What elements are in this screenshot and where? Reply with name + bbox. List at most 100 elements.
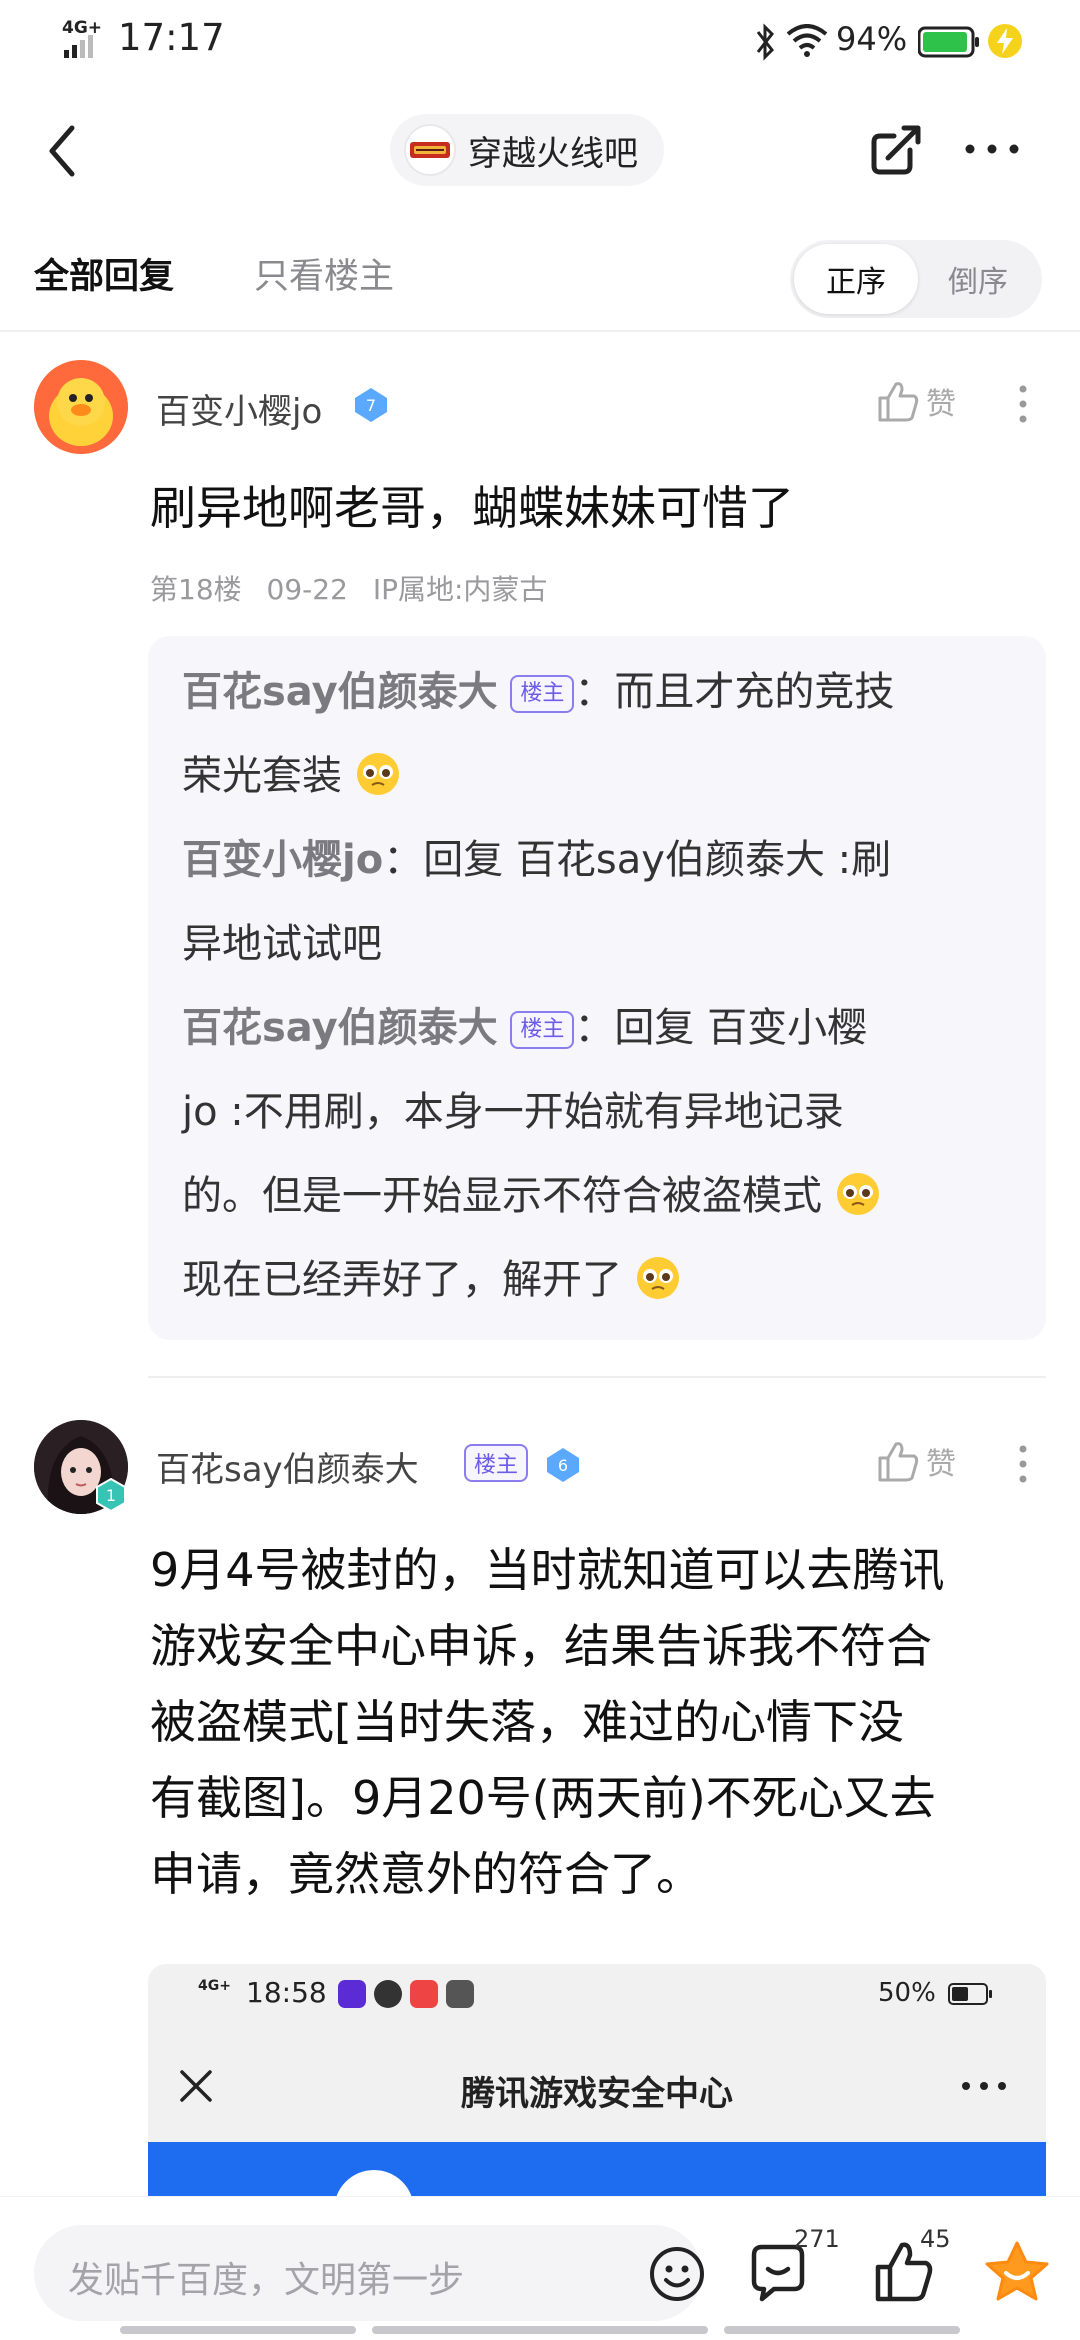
reply-text: 现在已经弄好了，解开了 <box>182 1257 622 1303</box>
level-number: 7 <box>366 396 376 415</box>
more-icon[interactable] <box>1018 1444 1028 1484</box>
sort-ascending-button[interactable]: 正序 <box>794 244 918 314</box>
sort-toggle: 正序 倒序 <box>790 240 1042 318</box>
sort-descending-button[interactable]: 倒序 <box>918 244 1038 314</box>
user-level-number: 1 <box>106 1486 116 1505</box>
back-button[interactable] <box>40 122 88 180</box>
louzhu-badge: 楼主 <box>510 1011 575 1049</box>
embedded-battery-percent: 50% <box>878 1978 936 2008</box>
content-line: 有截图]。9月20号(两天前)不死心又去 <box>150 1771 936 1825</box>
reply-text: 回复 百花say伯颜泰大 :刷 <box>423 837 892 883</box>
embedded-status-bar: 4G+ 18:58 50% <box>148 1964 1046 2036</box>
embedded-header: 腾讯游戏安全中心 <box>148 2036 1046 2136</box>
sub-reply: 百变小樱jo：回复 百花say伯颜泰大 :刷 <box>182 818 1022 902</box>
bottom-bar: 发贴千百度，文明第一步 271 45 <box>0 2196 1080 2340</box>
gesture-bar <box>372 2326 708 2334</box>
battery-percent: 94% <box>836 20 908 58</box>
battery-icon <box>918 26 979 58</box>
sub-reply-continued: 异地试试吧 <box>182 902 1022 986</box>
duck-avatar-icon <box>34 360 128 454</box>
embedded-network: 4G+ <box>198 1978 231 1994</box>
gesture-bar <box>120 2326 356 2334</box>
sub-reply: 百花say伯颜泰大 楼主 ：回复 百变小樱 <box>182 986 1022 1070</box>
sub-reply-continued: 荣光套装 <box>182 734 1022 818</box>
app-icon <box>446 1980 474 2008</box>
app-icon <box>410 1980 438 2008</box>
signal-icon <box>64 35 93 58</box>
username[interactable]: 百花say伯颜泰大 <box>156 1442 419 1491</box>
embedded-battery-icon <box>948 1983 992 2005</box>
reply-input-placeholder: 发贴千百度，文明第一步 <box>68 2260 465 2301</box>
sub-reply-continued: jo :不用刷，本身一开始就有异地记录 <box>182 1070 1022 1154</box>
forum-button[interactable]: 穿越火线吧 <box>390 114 664 186</box>
like-label: 赞 <box>926 1447 956 1482</box>
thumbs-up-icon <box>878 1442 919 1482</box>
reply-input[interactable]: 发贴千百度，文明第一步 <box>34 2225 704 2321</box>
divider <box>148 1376 1046 1378</box>
reply-author[interactable]: 百花say伯颜泰大 <box>182 669 498 715</box>
forum-name: 穿越火线吧 <box>468 133 638 174</box>
favorite-star-icon[interactable] <box>984 2239 1050 2305</box>
app-icon <box>374 1980 402 2008</box>
crossfire-logo-icon <box>410 142 450 158</box>
sub-reply-continued: 的。但是一开始显示不符合被盗模式 <box>182 1154 1022 1238</box>
forum-logo <box>404 124 456 176</box>
avatar[interactable] <box>34 360 128 454</box>
reply-text: 回复 百变小樱 <box>614 1005 868 1051</box>
wifi-icon <box>786 24 828 57</box>
reply-text: 而且才充的竞技 <box>614 669 895 715</box>
like-label: 赞 <box>926 387 956 422</box>
like-count: 45 <box>920 2225 951 2253</box>
embedded-notification-icons <box>338 1980 474 2008</box>
content-line: 游戏安全中心申诉，结果告诉我不符合 <box>150 1619 932 1673</box>
thumbs-up-icon <box>878 382 919 422</box>
more-icon[interactable] <box>1018 384 1028 424</box>
like-button[interactable]: 赞 <box>876 378 956 424</box>
post-meta: 第18楼 09-22 IP属地:内蒙古 <box>150 568 547 608</box>
embedded-clock: 18:58 <box>246 1976 327 2009</box>
content-line: 9月4号被封的，当时就知道可以去腾讯 <box>150 1543 945 1597</box>
reply-author[interactable]: 百花say伯颜泰大 <box>182 1005 498 1051</box>
floor-number: 第18楼 <box>150 573 242 606</box>
reply-separator: ： <box>383 837 424 883</box>
level-number: 6 <box>558 1456 568 1475</box>
embedded-title: 腾讯游戏安全中心 <box>461 2074 733 2114</box>
more-options-icon[interactable] <box>962 134 1022 164</box>
reply-text: 荣光套装 <box>182 753 342 799</box>
reply-separator: ： <box>574 669 615 715</box>
user-level-badge-icon: 1 <box>96 1478 126 1512</box>
reply-filter-tabs: 全部回复 只看楼主 正序 倒序 <box>0 230 1080 330</box>
tab-all-replies[interactable]: 全部回复 <box>34 248 174 299</box>
tab-owner-only[interactable]: 只看楼主 <box>254 248 394 299</box>
post-date: 09-22 <box>266 573 348 606</box>
reply-text: 异地试试吧 <box>182 921 382 967</box>
reply-text: 的。但是一开始显示不符合被盗模式 <box>182 1173 822 1219</box>
level-badge-icon: 7 <box>355 388 387 422</box>
ip-location: IP属地:内蒙古 <box>372 573 548 606</box>
content-line: 申请，竟然意外的符合了。 <box>150 1847 702 1901</box>
level-badge-icon: 6 <box>547 1448 579 1482</box>
reply-separator: ： <box>574 1005 615 1051</box>
like-button[interactable]: 赞 <box>876 1438 956 1484</box>
pleading-face-emoji-icon <box>636 1257 679 1299</box>
post-content: 9月4号被封的，当时就知道可以去腾讯 游戏安全中心申诉，结果告诉我不符合 被盗模… <box>150 1532 1050 1912</box>
nav-bar: 穿越火线吧 <box>0 100 1080 200</box>
share-icon[interactable] <box>868 122 924 178</box>
charging-icon <box>988 24 1022 58</box>
divider <box>0 330 1080 332</box>
username[interactable]: 百变小樱jo <box>156 384 322 433</box>
bluetooth-icon <box>756 23 774 61</box>
post-content: 刷异地啊老哥，蝴蝶妹妹可惜了 <box>150 481 794 535</box>
more-options-icon <box>962 2082 1006 2090</box>
sub-reply: 百花say伯颜泰大 楼主 ：而且才充的竞技 <box>182 650 1022 734</box>
sub-replies[interactable]: 百花say伯颜泰大 楼主 ：而且才充的竞技 荣光套装 百变小樱jo：回复 百花sa… <box>148 636 1046 1340</box>
reply-text: jo :不用刷，本身一开始就有异地记录 <box>182 1089 844 1135</box>
clock: 17:17 <box>118 16 225 59</box>
pleading-face-emoji-icon <box>836 1173 879 1215</box>
comment-count: 271 <box>794 2225 840 2253</box>
emoji-icon[interactable] <box>648 2245 706 2303</box>
reply-author[interactable]: 百变小樱jo <box>182 837 383 883</box>
louzhu-badge: 楼主 <box>464 1444 529 1482</box>
sub-reply-continued: 现在已经弄好了，解开了 <box>182 1238 1022 1322</box>
status-bar: 4G+ 17:17 94% <box>0 0 1080 84</box>
